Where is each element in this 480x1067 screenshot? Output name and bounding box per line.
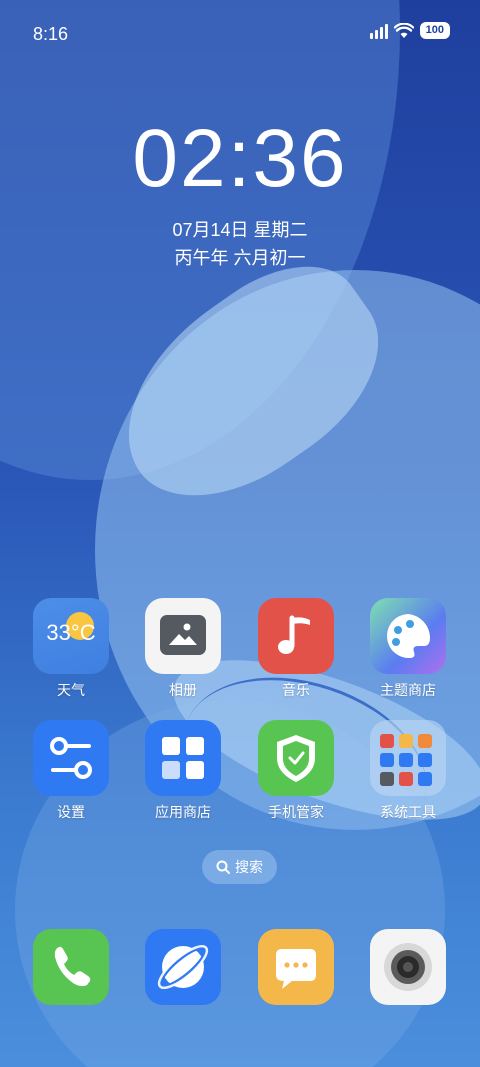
clock-lunar-date: 丙午年 六月初一 <box>174 248 306 268</box>
search-icon <box>216 860 230 874</box>
search-button[interactable]: 搜索 <box>202 850 277 884</box>
music-note-icon[interactable] <box>258 598 334 674</box>
app-label-app-store: 应用商店 <box>155 804 211 820</box>
browser-icon[interactable] <box>145 929 221 1005</box>
weather-icon[interactable]: 33°C <box>33 598 109 674</box>
palette-icon[interactable] <box>370 598 446 674</box>
settings-toggle-icon[interactable] <box>33 720 109 796</box>
app-label-gallery: 相册 <box>169 682 197 698</box>
folder-icon[interactable] <box>370 720 446 796</box>
app-label-theme-store: 主题商店 <box>380 682 436 698</box>
app-app-store[interactable]: 应用商店 <box>128 720 238 822</box>
signal-icon <box>369 23 388 39</box>
app-label-music: 音乐 <box>282 682 310 698</box>
camera-icon[interactable] <box>370 929 446 1005</box>
wifi-icon <box>393 22 414 38</box>
app-gallery[interactable]: 相册 <box>128 598 238 700</box>
dock-phone[interactable] <box>16 929 126 1005</box>
gallery-icon[interactable] <box>145 598 221 674</box>
phone-icon[interactable] <box>33 929 109 1005</box>
dock-browser[interactable] <box>128 929 238 1005</box>
clock-time[interactable]: 02:36 <box>0 112 480 206</box>
dock-camera[interactable] <box>353 929 463 1005</box>
search-label: 搜索 <box>235 859 263 875</box>
messages-icon[interactable] <box>258 929 334 1005</box>
app-phone-manager[interactable]: 手机管家 <box>241 720 351 822</box>
app-label-settings: 设置 <box>57 804 85 820</box>
app-label-weather: 天气 <box>57 682 85 698</box>
app-weather[interactable]: 33°C 天气 <box>16 598 126 700</box>
weather-temperature: 33°C <box>46 620 96 645</box>
dock-messages[interactable] <box>241 929 351 1005</box>
status-time: 8:16 <box>33 24 69 44</box>
clock-date: 07月14日 星期二 <box>172 220 308 240</box>
app-theme-store[interactable]: 主题商店 <box>353 598 463 700</box>
status-bar: 8:16 100 <box>0 0 480 68</box>
app-label-phone-manager: 手机管家 <box>268 804 324 820</box>
shield-icon[interactable] <box>258 720 334 796</box>
app-grid-icon[interactable] <box>145 720 221 796</box>
app-music[interactable]: 音乐 <box>241 598 351 700</box>
battery-icon: 100 <box>419 22 450 39</box>
folder-system-tools[interactable]: 系统工具 <box>353 720 463 822</box>
app-label-system-tools: 系统工具 <box>380 804 436 820</box>
app-settings[interactable]: 设置 <box>16 720 126 822</box>
